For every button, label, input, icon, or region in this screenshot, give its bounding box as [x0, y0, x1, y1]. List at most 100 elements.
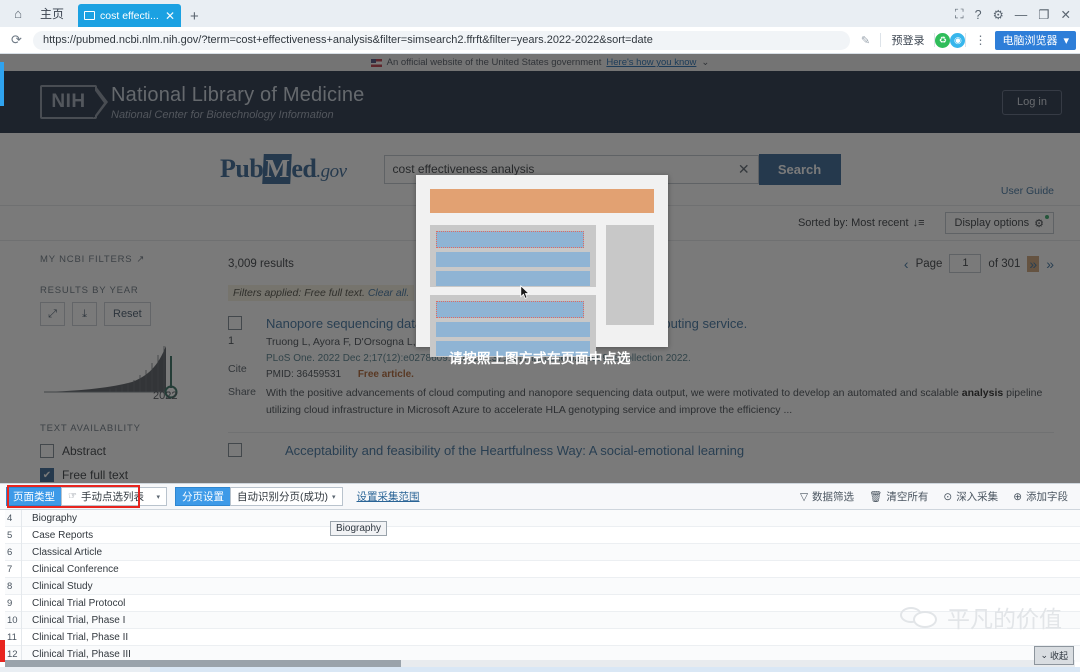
- paging-select[interactable]: 自动识别分页(成功) ▾: [230, 487, 343, 506]
- data-grid[interactable]: 4 Biography 5 Case Reports 6 Classical A…: [0, 510, 1080, 662]
- row-value[interactable]: Clinical Trial, Phase I: [22, 615, 125, 626]
- gift-icon[interactable]: ⛶: [955, 7, 964, 22]
- sorted-by-control[interactable]: Sorted by: Most recent ↓≡: [798, 217, 925, 229]
- browser-mode-label: 电脑浏览器: [1002, 35, 1058, 47]
- clear-all-link[interactable]: Clear all.: [368, 287, 409, 299]
- gear-icon: ⚙: [1034, 217, 1044, 230]
- extension-recycle-icon[interactable]: ♻: [935, 32, 951, 48]
- clear-all-button[interactable]: 🗑 清空所有: [869, 489, 928, 504]
- pubmed-logo[interactable]: PubMed.gov: [220, 154, 347, 184]
- add-field-button[interactable]: ⊕ 添加字段: [1013, 489, 1068, 504]
- add-field-label: 添加字段: [1026, 491, 1068, 503]
- paging-control[interactable]: 分页设置 自动识别分页(成功) ▾: [175, 487, 343, 506]
- user-guide-link[interactable]: User Guide: [1001, 185, 1054, 197]
- prelogin-button[interactable]: 预登录: [881, 32, 934, 48]
- last-page-icon[interactable]: »: [1046, 256, 1054, 272]
- set-collect-scope-link[interactable]: 设置采集范围: [357, 489, 420, 504]
- table-row[interactable]: 7 Clinical Conference: [0, 560, 1080, 578]
- search-input-value: cost effectiveness analysis: [392, 162, 535, 176]
- row-value[interactable]: Clinical Trial, Phase II: [22, 632, 128, 643]
- histogram-controls: ⤢ ⤓ Reset: [40, 302, 200, 326]
- home-icon[interactable]: ⌂: [0, 0, 36, 27]
- filter-icon: ▽: [799, 490, 809, 503]
- nih-logo[interactable]: NIH: [40, 84, 108, 119]
- row-value[interactable]: Clinical Trial, Phase III: [22, 649, 131, 660]
- share-button[interactable]: Share: [228, 386, 257, 398]
- url-input[interactable]: [33, 30, 851, 50]
- free-full-text-label: Free full text: [62, 468, 129, 482]
- browser-menu-icon[interactable]: ⋮: [966, 33, 995, 47]
- browser-mode-selector[interactable]: 电脑浏览器 ▾: [995, 30, 1076, 50]
- browser-tab-active[interactable]: cost effecti... ✕: [78, 4, 182, 27]
- status-bar: [0, 667, 1080, 672]
- row-value[interactable]: Classical Article: [22, 547, 102, 558]
- reload-icon[interactable]: ⟳: [0, 32, 33, 48]
- table-row[interactable]: 5 Case Reports: [0, 526, 1080, 544]
- free-article-badge: Free article.: [357, 369, 414, 381]
- next-page-icon[interactable]: »: [1027, 255, 1040, 272]
- collapse-label: 收起: [1049, 651, 1068, 661]
- page-type-control[interactable]: 页面类型 ☞ 手动点选列表 ▾: [6, 487, 167, 506]
- filter-free-full-text[interactable]: ✔ Free full text: [40, 468, 200, 482]
- result-index: 1: [228, 335, 235, 347]
- cursor-pointer-icon: [520, 285, 530, 299]
- page-type-select[interactable]: ☞ 手动点选列表 ▾: [61, 487, 167, 506]
- data-filter-button[interactable]: ▽ 数据筛选: [800, 489, 854, 504]
- row-value[interactable]: Clinical Conference: [22, 564, 119, 575]
- table-row[interactable]: 9 Clinical Trial Protocol: [0, 594, 1080, 612]
- settings-gear-icon[interactable]: ⚙: [993, 7, 1004, 22]
- scrollbar-thumb[interactable]: [5, 660, 401, 667]
- results-by-year-chart[interactable]: 2022: [40, 330, 200, 408]
- display-options-badge: [1045, 215, 1049, 219]
- grid-red-marker: [0, 640, 5, 662]
- expand-icon[interactable]: ⤢: [40, 302, 65, 326]
- row-value[interactable]: Biography: [22, 513, 77, 524]
- paging-label: 分页设置: [175, 487, 230, 506]
- table-row[interactable]: 8 Clinical Study: [0, 577, 1080, 595]
- minimize-icon[interactable]: —: [1015, 8, 1028, 22]
- result-checkbox[interactable]: [228, 316, 242, 330]
- display-options-button[interactable]: Display options ⚙: [944, 212, 1054, 234]
- page-number-input[interactable]: 1: [949, 254, 982, 273]
- result-title-link-2[interactable]: Acceptability and feasibility of the Hea…: [285, 442, 1054, 459]
- close-window-icon[interactable]: ✕: [1061, 7, 1071, 22]
- filter-abstract[interactable]: Abstract: [40, 444, 200, 458]
- external-link-icon[interactable]: ↗: [136, 254, 145, 265]
- left-edge-marker: [0, 62, 4, 106]
- maximize-icon[interactable]: ❐: [1038, 7, 1049, 22]
- new-tab-button[interactable]: +: [181, 8, 208, 27]
- gov-banner-link[interactable]: Here's how you know: [606, 57, 696, 68]
- result-pmid-row: PMID: 36459531 Free article.: [266, 369, 1054, 380]
- result-checkbox-2[interactable]: [228, 443, 242, 458]
- collapse-panel-button[interactable]: ⌄ 收起: [1034, 646, 1074, 665]
- home-tab-label[interactable]: 主页: [36, 0, 78, 27]
- abstract-checkbox[interactable]: [40, 444, 54, 458]
- tutorial-row-1a: [436, 252, 590, 267]
- nlm-title: National Library of Medicine: [111, 83, 365, 106]
- row-value[interactable]: Clinical Study: [22, 581, 93, 592]
- app-window: ⌂ 主页 cost effecti... ✕ + ⛶ ? ⚙ — ❐ ✕ ⟳ ✎…: [0, 0, 1080, 672]
- download-icon[interactable]: ⤓: [72, 302, 97, 326]
- login-button[interactable]: Log in: [1002, 89, 1062, 115]
- table-row[interactable]: 10 Clinical Trial, Phase I: [0, 611, 1080, 629]
- search-button[interactable]: Search: [758, 153, 841, 185]
- results-by-year-header: RESULTS BY YEAR: [40, 285, 139, 296]
- result-pmid[interactable]: PMID: 36459531: [266, 369, 341, 380]
- prev-page-icon[interactable]: ‹: [904, 256, 909, 272]
- clear-search-icon[interactable]: ✕: [738, 161, 750, 178]
- toolbar-actions: ▽ 数据筛选 🗑 清空所有 ⊙ 深入采集 ⊕ 添加字段: [800, 489, 1074, 504]
- table-row[interactable]: 6 Classical Article: [0, 543, 1080, 561]
- free-full-text-checkbox[interactable]: ✔: [40, 468, 54, 482]
- edit-pencil-icon[interactable]: ✎: [850, 34, 880, 47]
- table-row[interactable]: 4 Biography: [0, 510, 1080, 527]
- grid-horizontal-scrollbar[interactable]: [5, 660, 1075, 667]
- extension-blue-icon[interactable]: ◉: [950, 32, 966, 48]
- deep-collect-button[interactable]: ⊙ 深入采集: [943, 489, 998, 504]
- tab-close-icon[interactable]: ✕: [165, 9, 175, 23]
- tutorial-header-bar: [430, 189, 654, 213]
- row-value[interactable]: Clinical Trial Protocol: [22, 598, 125, 609]
- reset-button[interactable]: Reset: [104, 302, 151, 326]
- help-icon[interactable]: ?: [975, 8, 982, 22]
- table-row[interactable]: 11 Clinical Trial, Phase II: [0, 628, 1080, 646]
- row-value[interactable]: Case Reports: [22, 530, 93, 541]
